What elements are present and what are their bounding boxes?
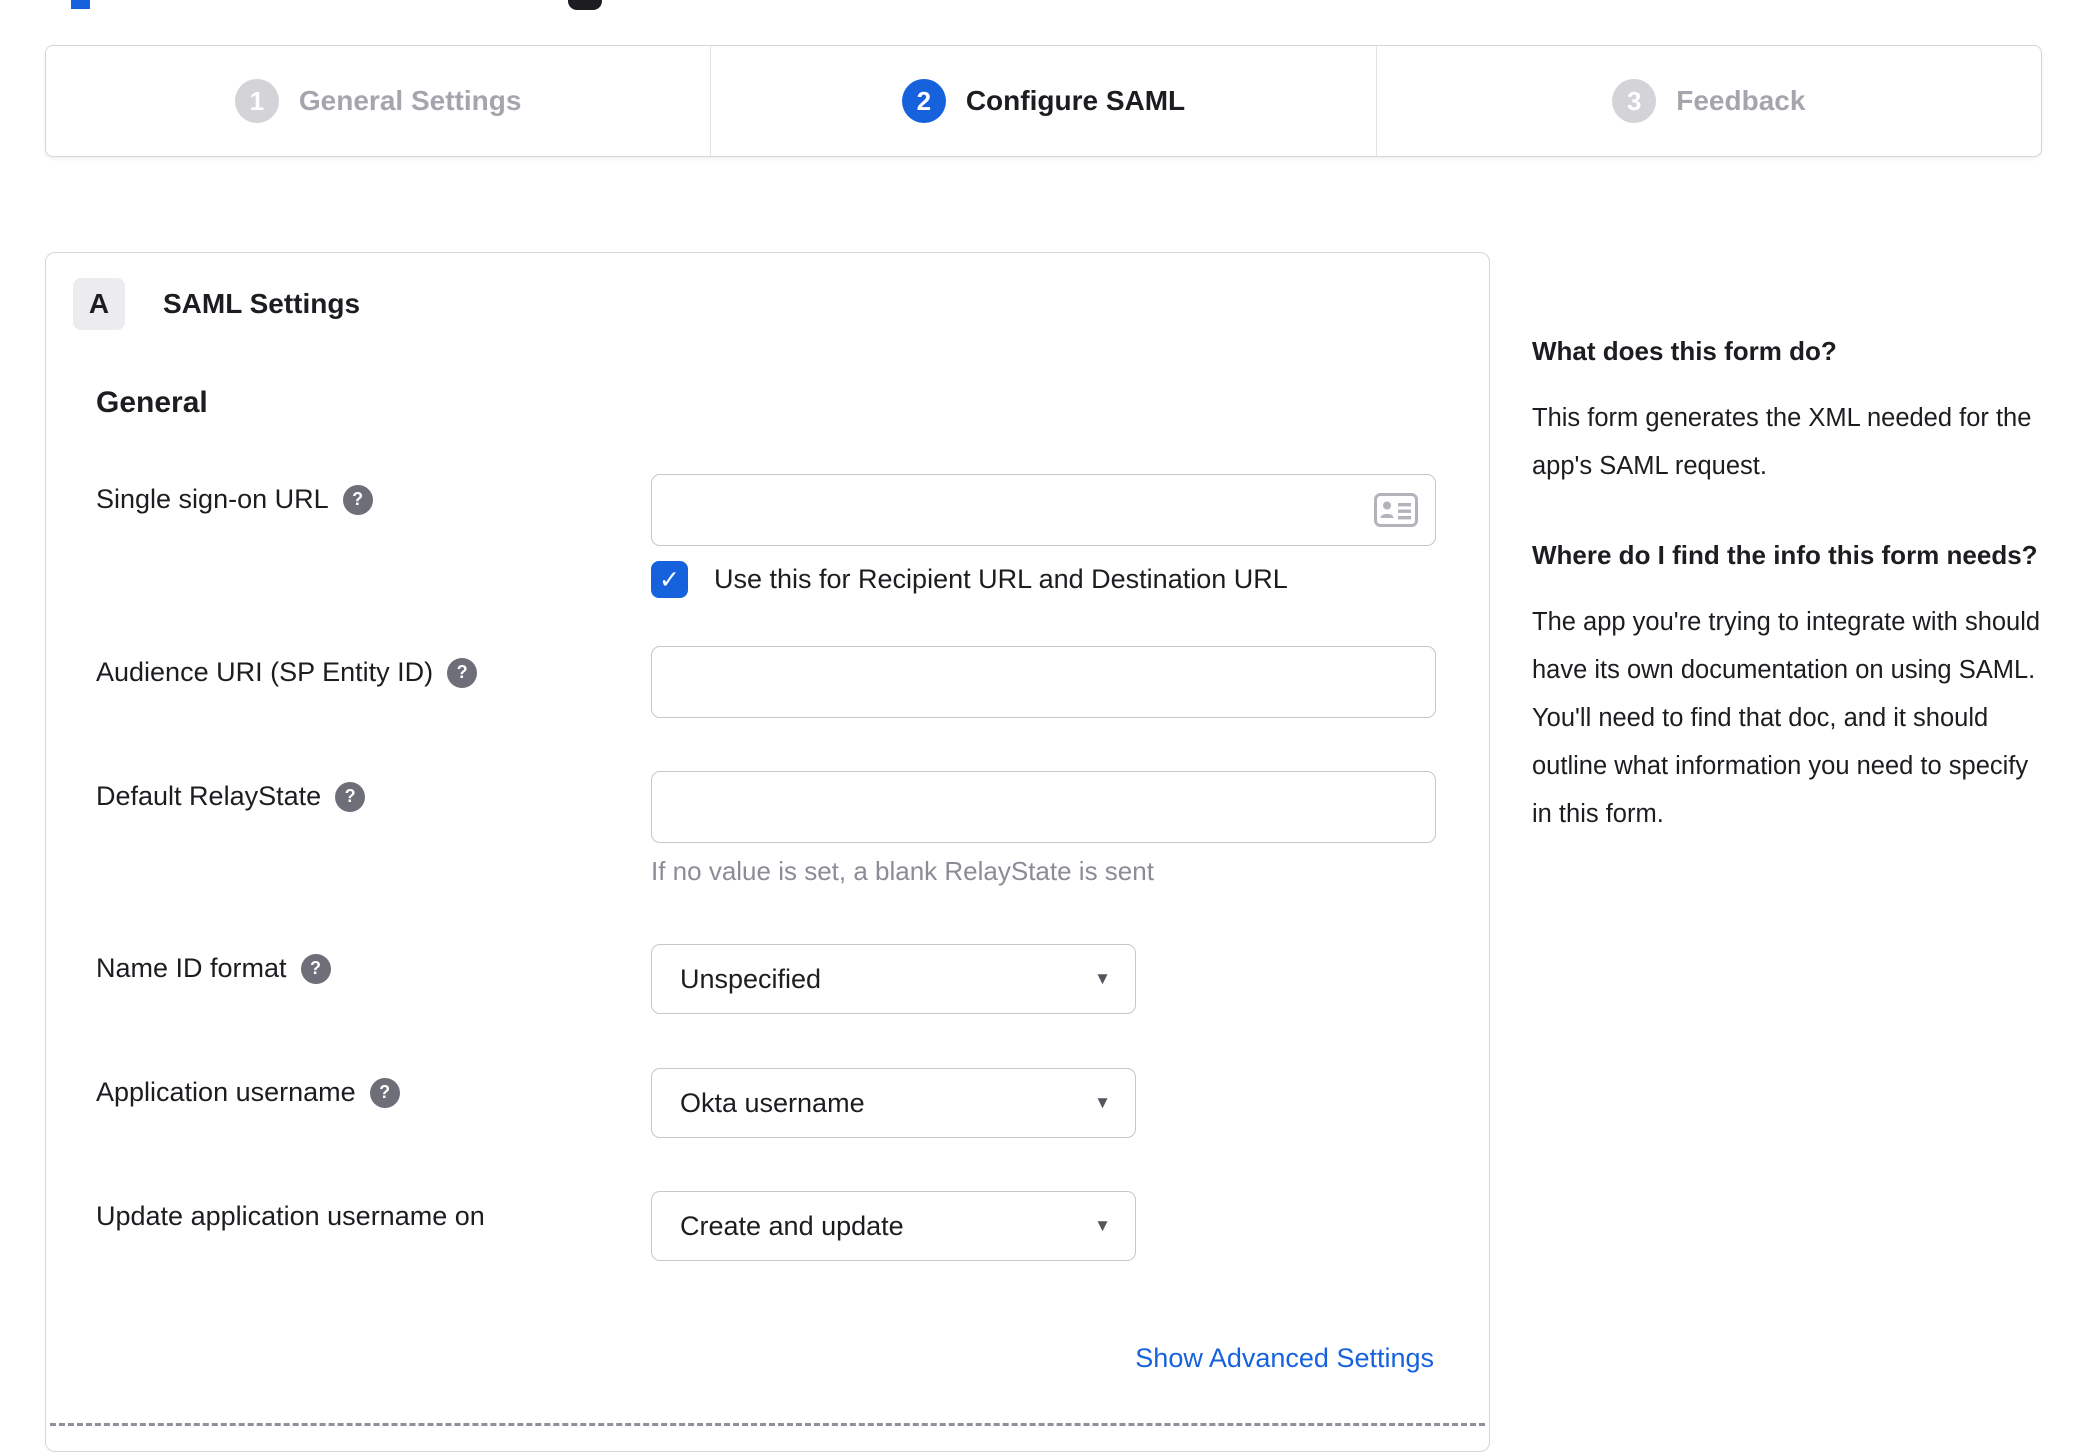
nameid-format-select[interactable]: Unspecified ▼ <box>651 944 1136 1014</box>
wizard-stepper: 1 General Settings 2 Configure SAML 3 Fe… <box>45 45 2042 157</box>
relaystate-label-row: Default RelayState ? <box>96 781 366 812</box>
step-2-number-badge: 2 <box>901 79 946 123</box>
sidebar-heading-what: What does this form do? <box>1532 336 1837 366</box>
sso-url-label: Single sign-on URL <box>96 484 329 514</box>
nameid-format-selected-value: Unspecified <box>680 963 822 994</box>
relaystate-help-icon[interactable]: ? <box>335 781 366 812</box>
nameid-format-label: Name ID format <box>96 953 287 983</box>
step-1-number-badge: 1 <box>234 79 279 123</box>
sidebar-body-where: The app you're trying to integrate with … <box>1532 608 2041 828</box>
step-3-label: Feedback <box>1676 85 1806 116</box>
saml-settings-panel: A SAML Settings General Single sign-on U… <box>45 252 1490 1452</box>
relaystate-input[interactable] <box>651 771 1436 843</box>
app-username-label: Application username <box>96 1077 356 1107</box>
app-username-selected-value: Okta username <box>680 1087 865 1118</box>
clipped-header-dark-fragment <box>568 0 602 10</box>
clipped-header-accent-fragment <box>71 0 90 9</box>
update-username-select[interactable]: Create and update ▼ <box>651 1191 1136 1261</box>
sso-url-help-icon[interactable]: ? <box>342 484 373 515</box>
panel-header: A SAML Settings <box>73 278 360 330</box>
step-feedback[interactable]: 3 Feedback <box>1375 46 2041 156</box>
step-general-settings[interactable]: 1 General Settings <box>46 46 710 156</box>
app-username-select[interactable]: Okta username ▼ <box>651 1068 1136 1138</box>
general-group-heading: General <box>96 386 208 419</box>
sidebar-heading-where: Where do I find the info this form needs… <box>1532 540 2038 570</box>
relaystate-hint: If no value is set, a blank RelayState i… <box>651 856 1154 886</box>
section-a-badge: A <box>73 278 125 330</box>
step-2-label: Configure SAML <box>965 85 1186 116</box>
chevron-down-icon: ▼ <box>1094 1093 1111 1112</box>
sso-url-input-wrap <box>651 474 1436 546</box>
app-username-label-row: Application username ? <box>96 1077 400 1108</box>
step-3-number-badge: 3 <box>1612 79 1657 123</box>
contact-card-icon <box>1374 493 1418 527</box>
app-username-help-icon[interactable]: ? <box>369 1077 400 1108</box>
relaystate-label: Default RelayState <box>96 781 322 811</box>
nameid-format-help-icon[interactable]: ? <box>300 953 331 984</box>
sso-url-label-row: Single sign-on URL ? <box>96 484 373 515</box>
show-advanced-settings-link[interactable]: Show Advanced Settings <box>1135 1343 1434 1374</box>
chevron-down-icon: ▼ <box>1094 969 1111 988</box>
chevron-down-icon: ▼ <box>1094 1216 1111 1235</box>
audience-uri-input[interactable] <box>651 646 1436 718</box>
recipient-url-checkbox-label[interactable]: Use this for Recipient URL and Destinati… <box>714 564 1288 595</box>
update-username-selected-value: Create and update <box>680 1210 904 1241</box>
recipient-url-checkbox[interactable]: ✓ <box>651 561 688 598</box>
checkmark-icon: ✓ <box>659 565 680 594</box>
step-configure-saml[interactable]: 2 Configure SAML <box>710 46 1375 156</box>
update-username-label-row: Update application username on <box>96 1201 485 1232</box>
update-username-label: Update application username on <box>96 1201 485 1231</box>
help-sidebar: What does this form do? This form genera… <box>1532 328 2048 880</box>
nameid-format-label-row: Name ID format ? <box>96 953 331 984</box>
audience-uri-help-icon[interactable]: ? <box>447 657 478 688</box>
step-1-label: General Settings <box>298 85 522 116</box>
audience-uri-label: Audience URI (SP Entity ID) <box>96 657 434 687</box>
sidebar-body-what: This form generates the XML needed for t… <box>1532 404 2032 480</box>
sso-url-input[interactable] <box>651 474 1436 546</box>
audience-uri-label-row: Audience URI (SP Entity ID) ? <box>96 657 478 688</box>
section-title: SAML Settings <box>163 288 361 319</box>
